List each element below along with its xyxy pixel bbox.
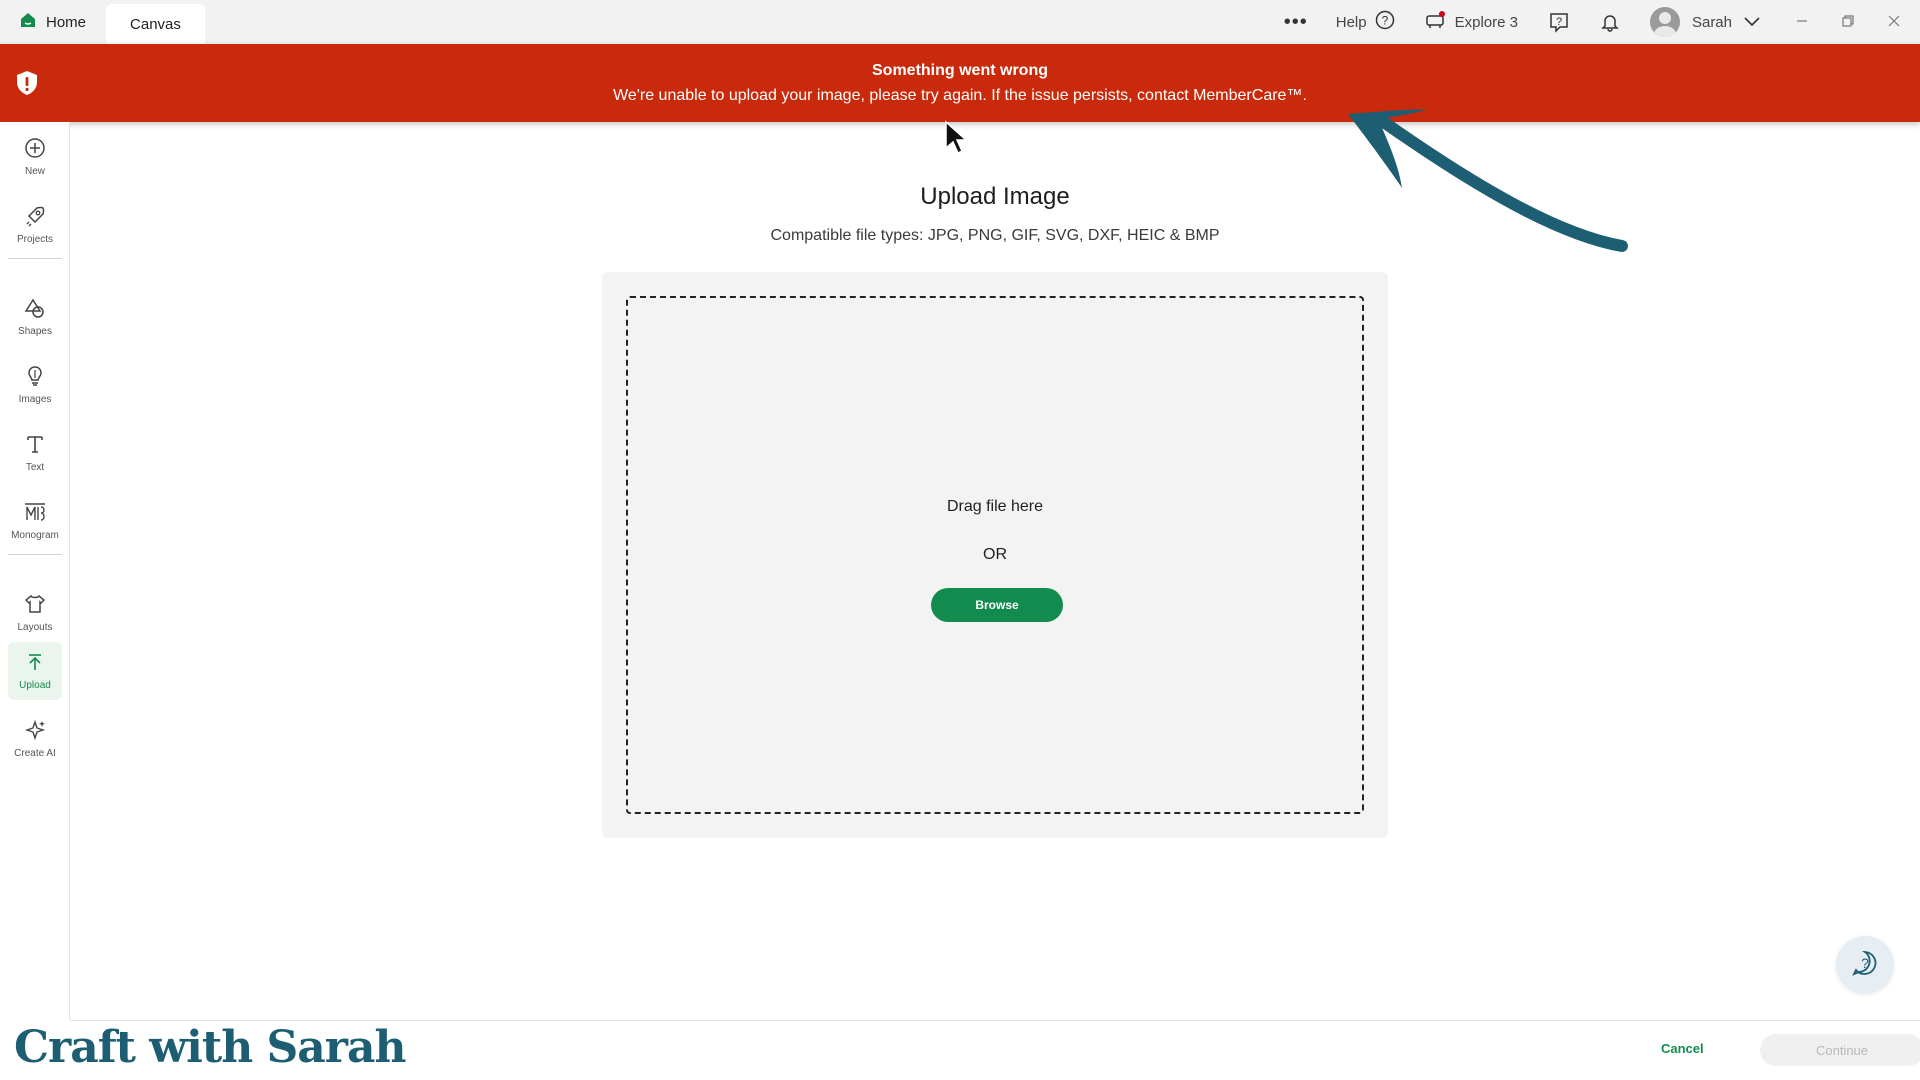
cancel-button[interactable]: Cancel bbox=[1661, 1041, 1704, 1056]
svg-text:?: ? bbox=[1556, 16, 1562, 28]
sidebar-label-text: Text bbox=[25, 462, 45, 473]
close-icon[interactable] bbox=[1888, 14, 1900, 30]
sidebar-label-layouts: Layouts bbox=[17, 622, 53, 633]
sidebar: New Projects Shapes Images Text Monogram bbox=[0, 122, 70, 1020]
tab-canvas-label: Canvas bbox=[130, 15, 181, 33]
plus-circle-icon bbox=[24, 137, 46, 162]
mouse-cursor-icon bbox=[945, 120, 968, 155]
sidebar-item-new[interactable]: New bbox=[8, 128, 62, 186]
sidebar-item-text[interactable]: Text bbox=[8, 424, 62, 482]
drop-zone[interactable]: Drag file here OR Browse bbox=[626, 296, 1364, 814]
sidebar-label-upload: Upload bbox=[19, 680, 51, 691]
minimize-icon[interactable] bbox=[1796, 14, 1808, 30]
text-icon bbox=[24, 433, 46, 458]
user-menu[interactable]: Sarah bbox=[1649, 7, 1760, 37]
sidebar-divider bbox=[8, 554, 62, 555]
sidebar-divider bbox=[8, 258, 62, 259]
annotation-arrow bbox=[1348, 109, 1628, 252]
lightbulb-icon bbox=[24, 365, 46, 390]
help-label: Help bbox=[1335, 13, 1367, 31]
help-button[interactable]: Help ? bbox=[1336, 10, 1395, 34]
upload-icon bbox=[24, 651, 46, 676]
chat-help-button[interactable]: ? bbox=[1836, 936, 1894, 994]
chat-question-icon: ? bbox=[1851, 949, 1879, 982]
tab-home[interactable]: Home bbox=[0, 0, 106, 44]
tab-canvas[interactable]: Canvas bbox=[106, 4, 205, 44]
drag-file-label: Drag file here bbox=[946, 498, 1044, 515]
sidebar-item-images[interactable]: Images bbox=[8, 356, 62, 414]
sidebar-label-create-ai: Create AI bbox=[14, 748, 56, 759]
shield-alert-icon bbox=[16, 70, 38, 101]
upload-panel: Drag file here OR Browse bbox=[602, 272, 1388, 838]
user-name: Sarah bbox=[1691, 13, 1732, 31]
continue-button[interactable]: Continue bbox=[1760, 1034, 1920, 1066]
notifications-bell-icon[interactable] bbox=[1600, 12, 1620, 32]
shirt-icon bbox=[24, 593, 46, 618]
watermark-logo: Craft with Sarah bbox=[14, 1022, 406, 1073]
title-bar: Home Canvas ••• Help ? Explore 3 ? Sarah bbox=[0, 0, 1920, 44]
machine-icon bbox=[1425, 11, 1447, 33]
explore-button[interactable]: Explore 3 bbox=[1425, 11, 1518, 33]
support-icon[interactable]: ? bbox=[1548, 11, 1570, 33]
banner-title: Something went wrong bbox=[872, 62, 1048, 79]
sidebar-label-shapes: Shapes bbox=[18, 326, 52, 337]
help-question-icon: ? bbox=[1375, 10, 1395, 34]
or-label: OR bbox=[983, 546, 1007, 563]
tab-home-label: Home bbox=[46, 13, 87, 31]
sidebar-item-create-ai[interactable]: Create AI bbox=[8, 710, 62, 768]
monogram-icon bbox=[23, 501, 47, 526]
chevron-down-icon bbox=[1744, 14, 1760, 31]
sidebar-item-monogram[interactable]: Monogram bbox=[8, 492, 62, 550]
sidebar-item-layouts[interactable]: Layouts bbox=[8, 584, 62, 642]
explore-label: Explore 3 bbox=[1454, 13, 1518, 31]
sidebar-item-upload[interactable]: Upload bbox=[8, 642, 62, 700]
svg-text:?: ? bbox=[1861, 955, 1869, 971]
avatar bbox=[1649, 7, 1680, 37]
browse-button[interactable]: Browse bbox=[931, 588, 1063, 622]
sparkle-icon bbox=[24, 719, 46, 744]
sidebar-label-new: New bbox=[24, 166, 45, 177]
top-right-controls: ••• Help ? Explore 3 ? Sarah bbox=[1284, 0, 1920, 44]
shapes-icon bbox=[24, 297, 46, 322]
restore-icon[interactable] bbox=[1842, 14, 1854, 30]
window-controls bbox=[1796, 14, 1900, 30]
sidebar-label-images: Images bbox=[18, 394, 52, 405]
sidebar-item-shapes[interactable]: Shapes bbox=[8, 288, 62, 346]
sidebar-label-monogram: Monogram bbox=[11, 530, 59, 541]
svg-text:?: ? bbox=[1381, 14, 1388, 28]
more-options-icon[interactable]: ••• bbox=[1284, 11, 1308, 34]
home-icon bbox=[20, 12, 36, 32]
